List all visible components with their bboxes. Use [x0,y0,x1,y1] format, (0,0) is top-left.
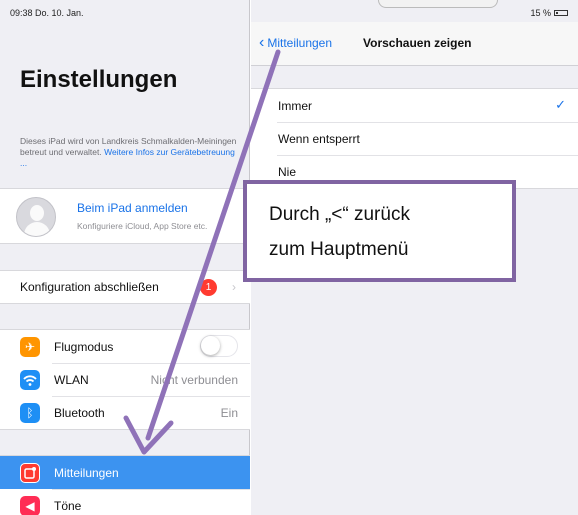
avatar-icon [16,197,56,237]
bluetooth-icon: ᛒ [20,403,40,423]
connectivity-group: ✈ Flugmodus WLAN Nicht verbunden ᛒ Bluet… [0,329,250,430]
notifications-group: Mitteilungen ◀ Töne [0,455,250,515]
device-frame-edge [378,0,498,8]
option-label: Nie [278,165,297,179]
sidebar-item-label: Töne [54,499,82,513]
sidebar-item-wifi[interactable]: WLAN Nicht verbunden [0,363,250,396]
battery-icon [554,10,568,16]
sidebar-item-sounds[interactable]: ◀ Töne [0,489,250,515]
battery-indicator: 15 % [530,8,568,18]
bluetooth-status: Ein [220,406,238,420]
wifi-icon [20,370,40,390]
ipad-screen: Einstellungen Dieses iPad wird von Landk… [0,0,578,515]
sidebar-item-label: Mitteilungen [54,466,119,480]
annotation-callout: Durch „<“ zurück zum Hauptmenü [243,180,516,282]
option-label: Immer [278,99,312,113]
finish-configuration-row[interactable]: Konfiguration abschließen 1 › [0,270,250,304]
checkmark-icon: ✓ [555,97,566,112]
notification-badge: 1 [200,279,217,296]
detail-title: Vorschauen zeigen [363,36,472,50]
wifi-status: Nicht verbunden [150,373,238,387]
settings-sidebar: Einstellungen Dieses iPad wird von Landk… [0,0,250,515]
account-signin-title: Beim iPad anmelden [77,201,188,215]
finish-configuration-label: Konfiguration abschließen [20,280,159,294]
status-bar: 09:38 Do. 10. Jan. 15 % [0,0,578,22]
account-signin-subtitle: Konfiguriere iCloud, App Store etc. [77,221,208,231]
speaker-icon: ◀ [20,496,40,515]
back-button-label: Mitteilungen [267,36,333,50]
airplane-icon: ✈ [20,337,40,357]
chevron-left-icon: ‹ [259,34,265,51]
status-time: 09:38 Do. 10. Jan. [10,8,84,18]
settings-title: Einstellungen [20,66,178,93]
notifications-icon [20,463,40,483]
callout-line-2: zum Hauptmenü [269,239,409,260]
detail-navbar: ‹ Mitteilungen Vorschauen zeigen [251,22,578,66]
preview-options-list: Immer ✓ Wenn entsperrt Nie [251,88,578,189]
callout-line-1: Durch „<“ zurück [269,204,410,225]
option-label: Wenn entsperrt [278,132,360,146]
sidebar-item-airplane-mode[interactable]: ✈ Flugmodus [0,330,250,363]
account-signin-row[interactable]: Beim iPad anmelden Konfiguriere iCloud, … [0,188,250,244]
sidebar-item-label: Bluetooth [54,406,105,420]
sidebar-item-label: Flugmodus [54,340,114,354]
chevron-right-icon: › [232,280,236,294]
management-info: Dieses iPad wird von Landkreis Schmalkal… [20,136,242,169]
battery-percent: 15 % [530,8,551,18]
sidebar-item-notifications[interactable]: Mitteilungen [0,456,250,489]
option-when-unlocked[interactable]: Wenn entsperrt [251,122,578,155]
airplane-mode-toggle[interactable] [200,335,238,357]
option-always[interactable]: Immer ✓ [251,89,578,122]
sidebar-item-bluetooth[interactable]: ᛒ Bluetooth Ein [0,396,250,429]
sidebar-item-label: WLAN [54,373,89,387]
back-button[interactable]: ‹ Mitteilungen [259,34,333,51]
